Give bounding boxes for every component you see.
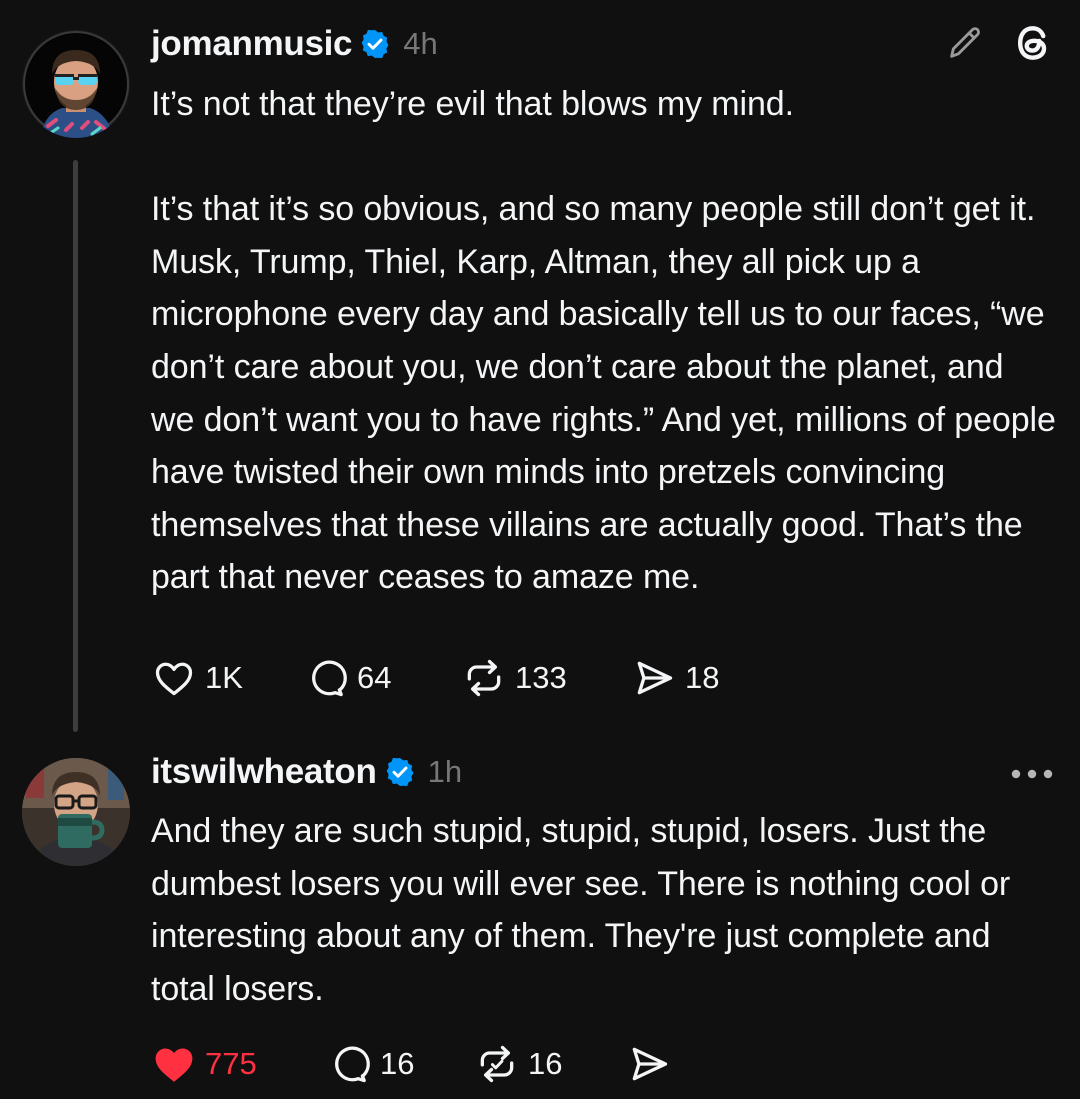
thread-connector-line <box>73 160 78 732</box>
heart-icon <box>151 655 197 701</box>
thread-post-root: jomanmusic 4h It’s not that they’re evil… <box>0 0 1080 740</box>
like-button[interactable]: 1K <box>151 652 303 704</box>
avatar[interactable] <box>22 30 130 138</box>
share-button[interactable]: 18 <box>631 652 719 704</box>
post-header: itswilwheaton 1h <box>151 744 462 800</box>
username[interactable]: itswilwheaton <box>151 752 377 792</box>
repost-count: 133 <box>515 660 567 695</box>
repost-icon <box>474 1041 520 1087</box>
post-header: jomanmusic 4h <box>151 16 438 72</box>
post-timestamp: 1h <box>427 754 463 789</box>
avatar-sunglasses-man-icon <box>22 30 130 138</box>
post-actions: 1K 64 133 18 <box>151 652 719 704</box>
avatar-man-with-mug-icon <box>22 758 130 866</box>
repost-count: 16 <box>528 1046 563 1081</box>
more-horizontal-icon[interactable] <box>1008 750 1056 798</box>
threads-logo-icon[interactable] <box>1010 20 1056 66</box>
reply-count: 16 <box>380 1046 415 1081</box>
pencil-icon[interactable] <box>942 20 988 66</box>
heart-filled-icon <box>151 1041 197 1087</box>
verified-badge-icon <box>359 28 391 60</box>
repost-button[interactable]: 16 <box>474 1038 626 1090</box>
reply-button[interactable]: 64 <box>303 652 461 704</box>
username[interactable]: jomanmusic <box>151 24 353 64</box>
post-actions: 775 16 16 <box>151 1038 672 1090</box>
post-body-text: It’s not that they’re evil that blows my… <box>151 85 1056 597</box>
send-icon <box>631 655 677 701</box>
post-body-text: And they are such stupid, stupid, stupid… <box>151 812 1011 1008</box>
verified-badge-icon <box>384 756 416 788</box>
reply-count: 64 <box>357 660 392 695</box>
comment-bubble-icon <box>326 1041 372 1087</box>
like-count: 1K <box>205 660 243 695</box>
like-count: 775 <box>205 1046 257 1081</box>
comment-bubble-icon <box>303 655 349 701</box>
top-right-actions <box>942 20 1056 66</box>
repost-icon <box>461 655 507 701</box>
avatar[interactable] <box>22 758 130 866</box>
reply-button[interactable]: 16 <box>326 1038 474 1090</box>
post-timestamp: 4h <box>403 26 438 61</box>
share-count: 18 <box>685 660 720 695</box>
thread-post-reply: itswilwheaton 1h And they are such stupi… <box>0 740 1080 1099</box>
like-button[interactable]: 775 <box>151 1038 326 1090</box>
repost-button[interactable]: 133 <box>461 652 631 704</box>
share-button[interactable] <box>626 1038 672 1090</box>
send-icon <box>626 1041 672 1087</box>
